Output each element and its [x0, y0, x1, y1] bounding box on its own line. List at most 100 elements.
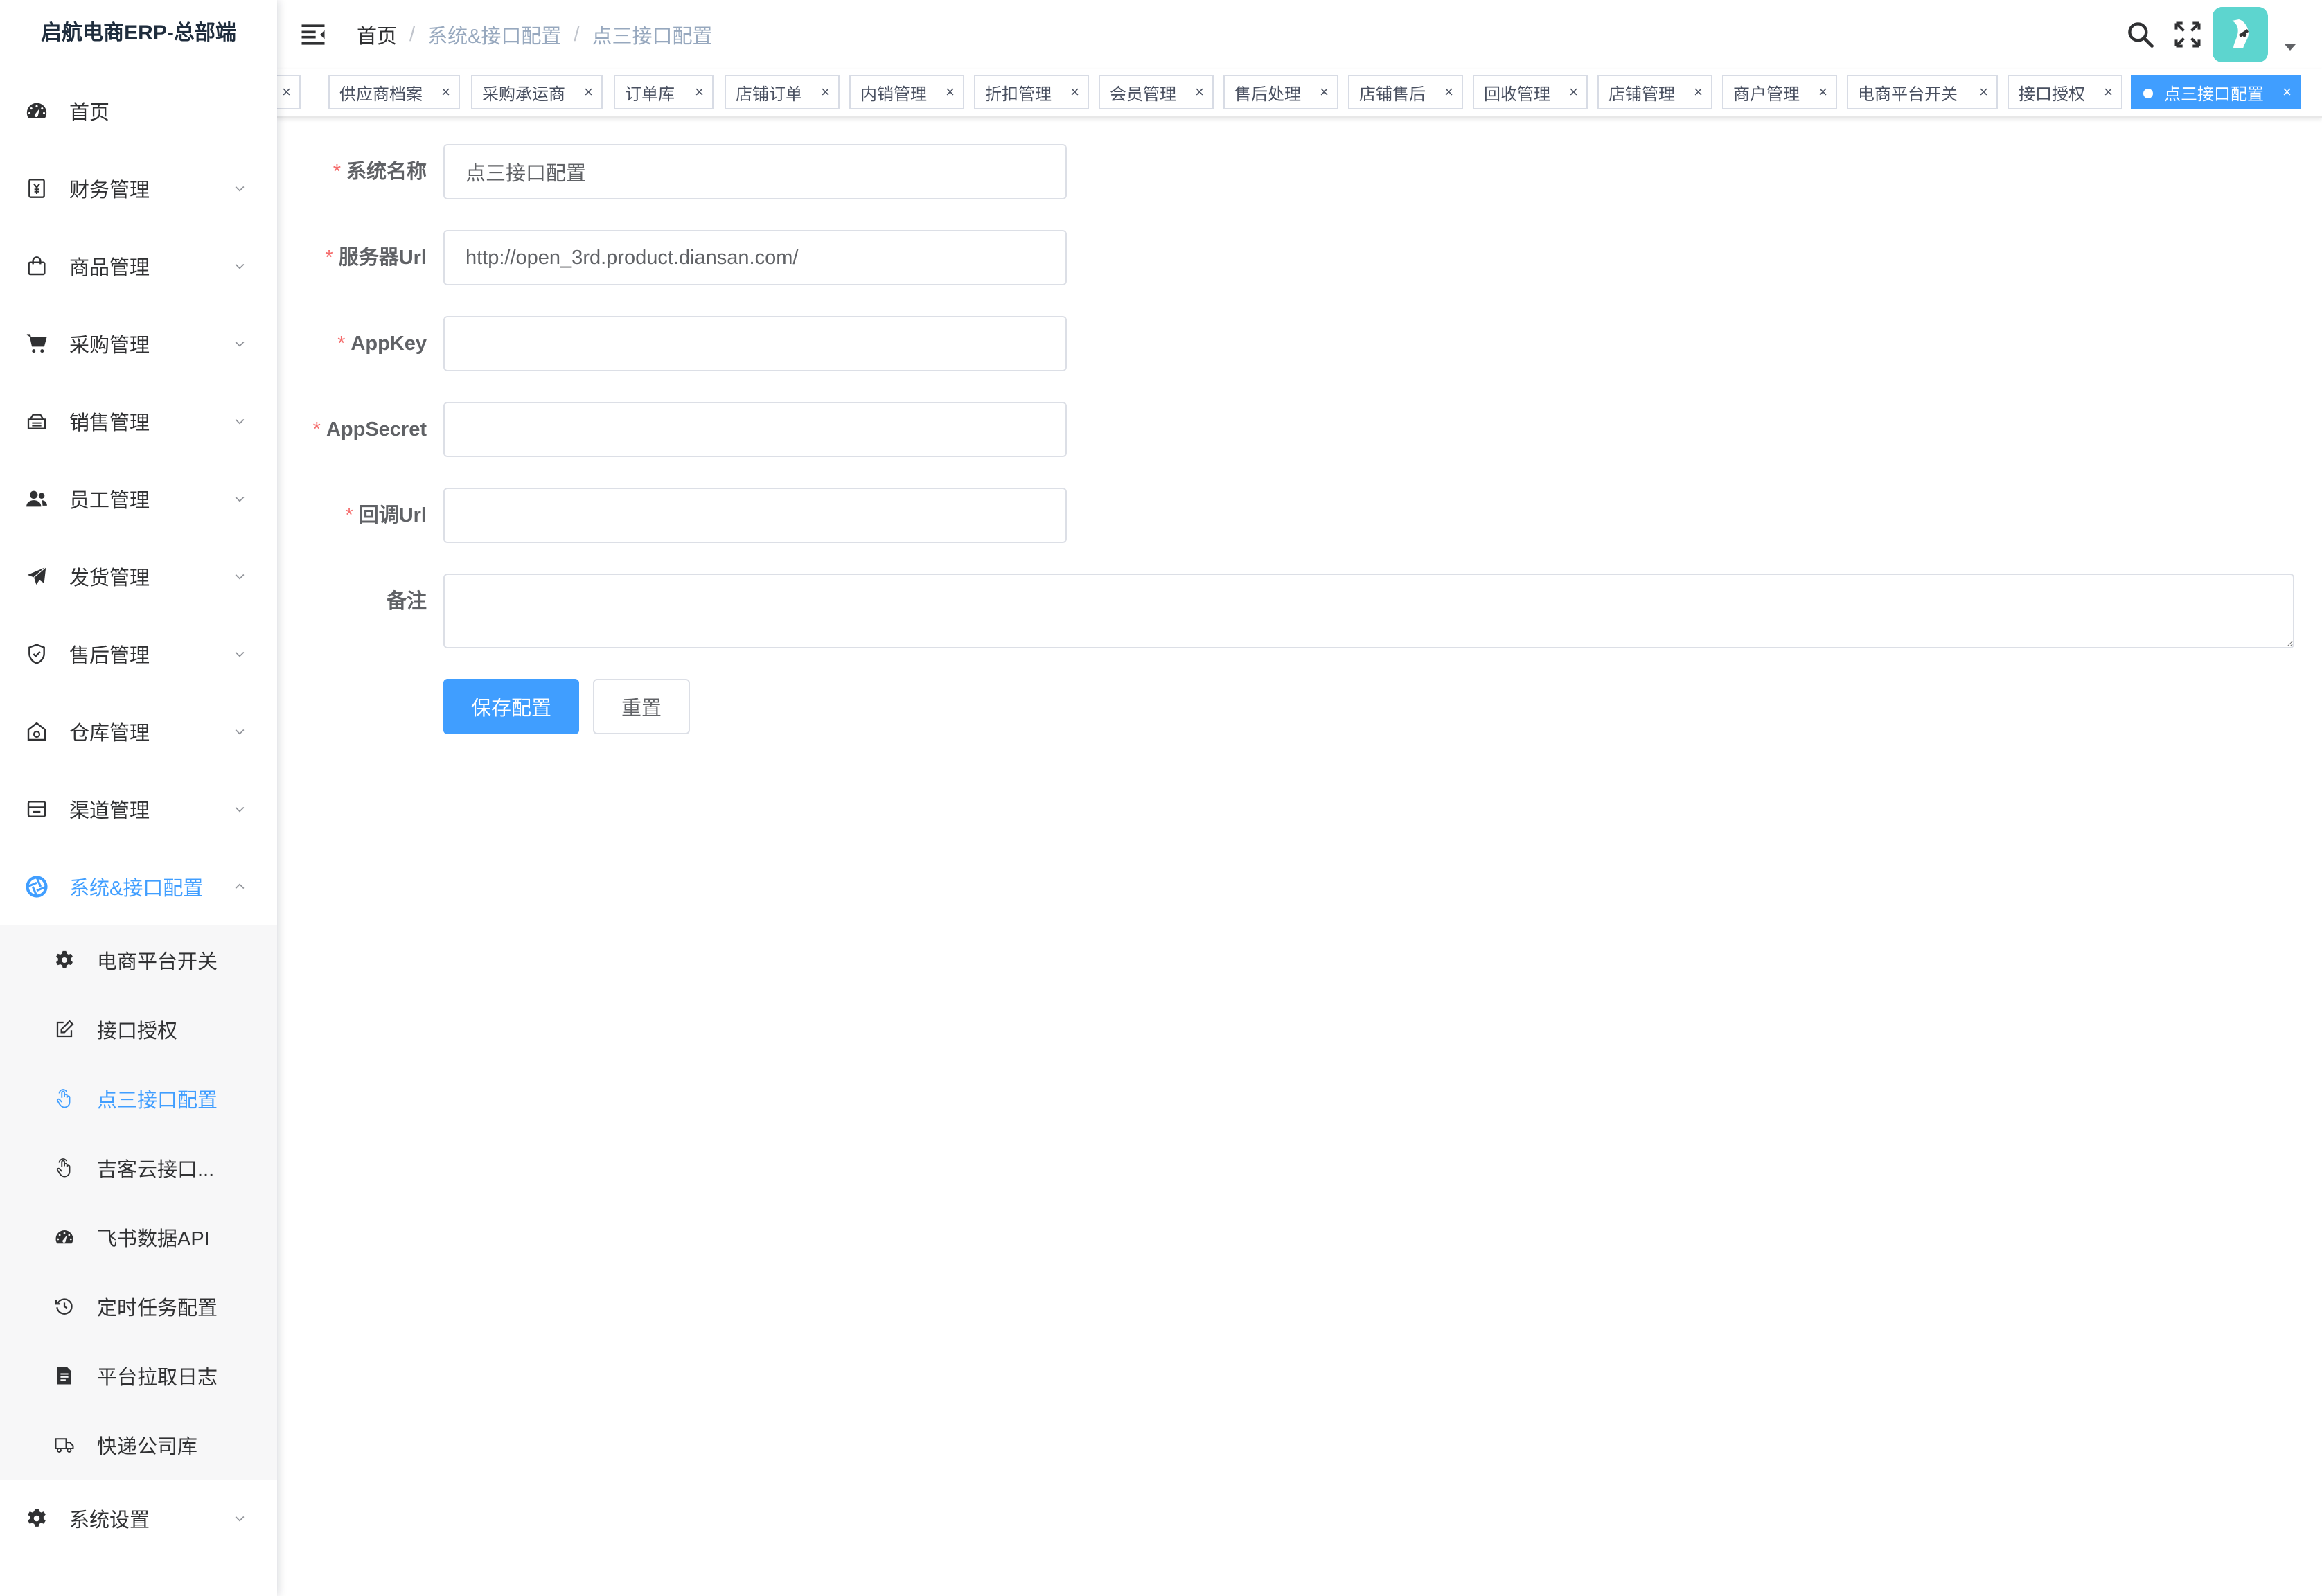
chevron-up-icon — [231, 878, 248, 895]
caret-down-icon[interactable] — [2285, 44, 2296, 51]
avatar[interactable] — [2213, 7, 2268, 62]
tag-item[interactable]: 接口授权 × — [2008, 75, 2122, 109]
submenu-item-label: 点三接口配置 — [97, 1090, 218, 1112]
sidebar-item-sales[interactable]: 销售管理 — [0, 382, 277, 460]
finance-icon — [24, 175, 50, 202]
sidebar-item-label: 员工管理 — [69, 490, 150, 512]
submenu-item-scheduled-tasks[interactable]: 定时任务配置 — [0, 1272, 277, 1341]
tag-item[interactable]: 售后处理 × — [1223, 75, 1338, 109]
chevron-down-icon — [231, 258, 248, 274]
sidebar-item-warehouse[interactable]: 仓库管理 — [0, 693, 277, 770]
close-icon[interactable]: × — [2283, 82, 2292, 102]
close-icon[interactable]: × — [584, 82, 593, 102]
system-name-input[interactable] — [443, 144, 1067, 200]
search-icon[interactable] — [2125, 19, 2156, 50]
sidebar-item-finance[interactable]: 财务管理 — [0, 150, 277, 227]
tag-label: 折扣管理 — [985, 85, 1052, 104]
sidebar-item-products[interactable]: 商品管理 — [0, 227, 277, 305]
sidebar-item-home[interactable]: 首页 — [0, 72, 277, 150]
close-icon[interactable]: × — [695, 82, 704, 102]
tag-item-active[interactable]: 点三接口配置 × — [2131, 75, 2301, 109]
truck-icon — [53, 1433, 76, 1457]
hamburger-icon[interactable] — [298, 19, 328, 50]
pointer-icon — [53, 1156, 76, 1180]
tag-item[interactable]: 店铺管理 × — [1597, 75, 1712, 109]
sidebar-item-label: 财务管理 — [69, 179, 150, 202]
sidebar-item-system-config[interactable]: 系统&接口配置 — [0, 848, 277, 925]
tag-label: 内销管理 — [860, 85, 927, 104]
submenu-item-api-auth[interactable]: 接口授权 — [0, 995, 277, 1064]
submenu-item-feishu-api[interactable]: 飞书数据API — [0, 1203, 277, 1272]
cart-icon — [24, 330, 50, 357]
close-icon[interactable]: × — [1569, 82, 1578, 102]
close-icon[interactable]: × — [1195, 82, 1204, 102]
callback-url-input[interactable] — [443, 488, 1067, 543]
submenu-item-label: 接口授权 — [97, 1020, 178, 1043]
sidebar-item-system-settings[interactable]: 系统设置 — [0, 1480, 277, 1557]
tag-item[interactable]: 店铺售后 × — [1348, 75, 1463, 109]
breadcrumb: 首页 / 系统&接口配置 / 点三接口配置 — [357, 0, 713, 69]
active-dot — [2143, 89, 2153, 98]
submenu-item-label: 定时任务配置 — [97, 1297, 218, 1320]
tag-item[interactable]: 订单库 × — [614, 75, 714, 109]
close-icon[interactable]: × — [946, 82, 955, 102]
submenu-item-platform-switch[interactable]: 电商平台开关 — [0, 925, 277, 995]
fullscreen-icon[interactable] — [2172, 19, 2203, 50]
close-icon[interactable]: × — [1320, 82, 1329, 102]
sidebar: 启航电商ERP-总部端 首页 财务管理 商品管理 采购管理 销售管理 员工管理 … — [0, 0, 277, 1596]
people-icon — [24, 486, 50, 512]
tag-item[interactable]: 会员管理 × — [1099, 75, 1214, 109]
server-url-label: * 服务器Url — [325, 247, 427, 269]
close-icon[interactable]: × — [441, 82, 450, 102]
close-icon[interactable]: × — [1070, 82, 1079, 102]
save-config-button[interactable]: 保存配置 — [443, 679, 579, 734]
sidebar-item-staff[interactable]: 员工管理 — [0, 460, 277, 538]
close-icon[interactable]: × — [1979, 82, 1988, 102]
tag-item[interactable]: 商户管理 × — [1722, 75, 1837, 109]
remark-textarea[interactable] — [443, 574, 2294, 648]
sidebar-menu: 首页 财务管理 商品管理 采购管理 销售管理 员工管理 发货管理 售后管理 仓库… — [0, 72, 277, 1557]
sidebar-item-shipping[interactable]: 发货管理 — [0, 538, 277, 615]
sidebar-item-aftersales[interactable]: 售后管理 — [0, 615, 277, 693]
tag-truncated[interactable]: × — [277, 75, 301, 109]
tag-item[interactable]: 电商平台开关 × — [1847, 75, 1998, 109]
app-title: 启航电商ERP-总部端 — [41, 21, 236, 44]
submenu-item-pull-logs[interactable]: 平台拉取日志 — [0, 1341, 277, 1410]
sidebar-item-channels[interactable]: 渠道管理 — [0, 770, 277, 848]
edit-icon — [53, 1018, 76, 1041]
tag-item[interactable]: 店铺订单 × — [725, 75, 840, 109]
close-icon[interactable]: × — [1694, 82, 1703, 102]
app-key-input[interactable] — [443, 316, 1067, 371]
dashboard-icon — [53, 1225, 76, 1249]
tag-item[interactable]: 折扣管理 × — [974, 75, 1089, 109]
sidebar-item-label: 售后管理 — [69, 645, 150, 667]
tag-label: 点三接口配置 — [2164, 85, 2264, 104]
app-secret-input[interactable] — [443, 402, 1067, 457]
close-icon[interactable]: × — [282, 82, 291, 102]
tag-item[interactable]: 回收管理 × — [1473, 75, 1588, 109]
paper-plane-icon — [24, 563, 50, 589]
close-icon[interactable]: × — [2104, 82, 2113, 102]
submenu-item-label: 飞书数据API — [97, 1228, 210, 1250]
breadcrumb-home[interactable]: 首页 — [357, 20, 397, 49]
close-icon[interactable]: × — [1444, 82, 1453, 102]
tag-item[interactable]: 供应商档案 × — [328, 75, 460, 109]
close-icon[interactable]: × — [821, 82, 830, 102]
close-icon[interactable]: × — [1818, 82, 1827, 102]
required-mark: * — [333, 161, 341, 183]
sidebar-item-label: 销售管理 — [69, 412, 150, 434]
submenu-item-diansan-config[interactable]: 点三接口配置 — [0, 1064, 277, 1133]
tag-label: 采购承运商 — [482, 85, 565, 104]
tag-label: 店铺售后 — [1359, 85, 1426, 104]
tag-item[interactable]: 采购承运商 × — [471, 75, 603, 109]
system-config-submenu: 电商平台开关 接口授权 点三接口配置 吉客云接口... 飞书数据API 定时任务… — [0, 925, 277, 1480]
reset-button[interactable]: 重置 — [593, 679, 690, 734]
store-icon — [24, 796, 50, 822]
tags-view: × 供应商档案 × 采购承运商 × 订单库 × 店铺订单 × 内销管理 × 折扣… — [277, 69, 2322, 118]
submenu-item-courier-library[interactable]: 快递公司库 — [0, 1410, 277, 1480]
tag-item[interactable]: 内销管理 × — [849, 75, 964, 109]
history-icon — [53, 1295, 76, 1318]
server-url-input[interactable] — [443, 230, 1067, 285]
sidebar-item-purchase[interactable]: 采购管理 — [0, 305, 277, 382]
submenu-item-jikeyun[interactable]: 吉客云接口... — [0, 1133, 277, 1203]
